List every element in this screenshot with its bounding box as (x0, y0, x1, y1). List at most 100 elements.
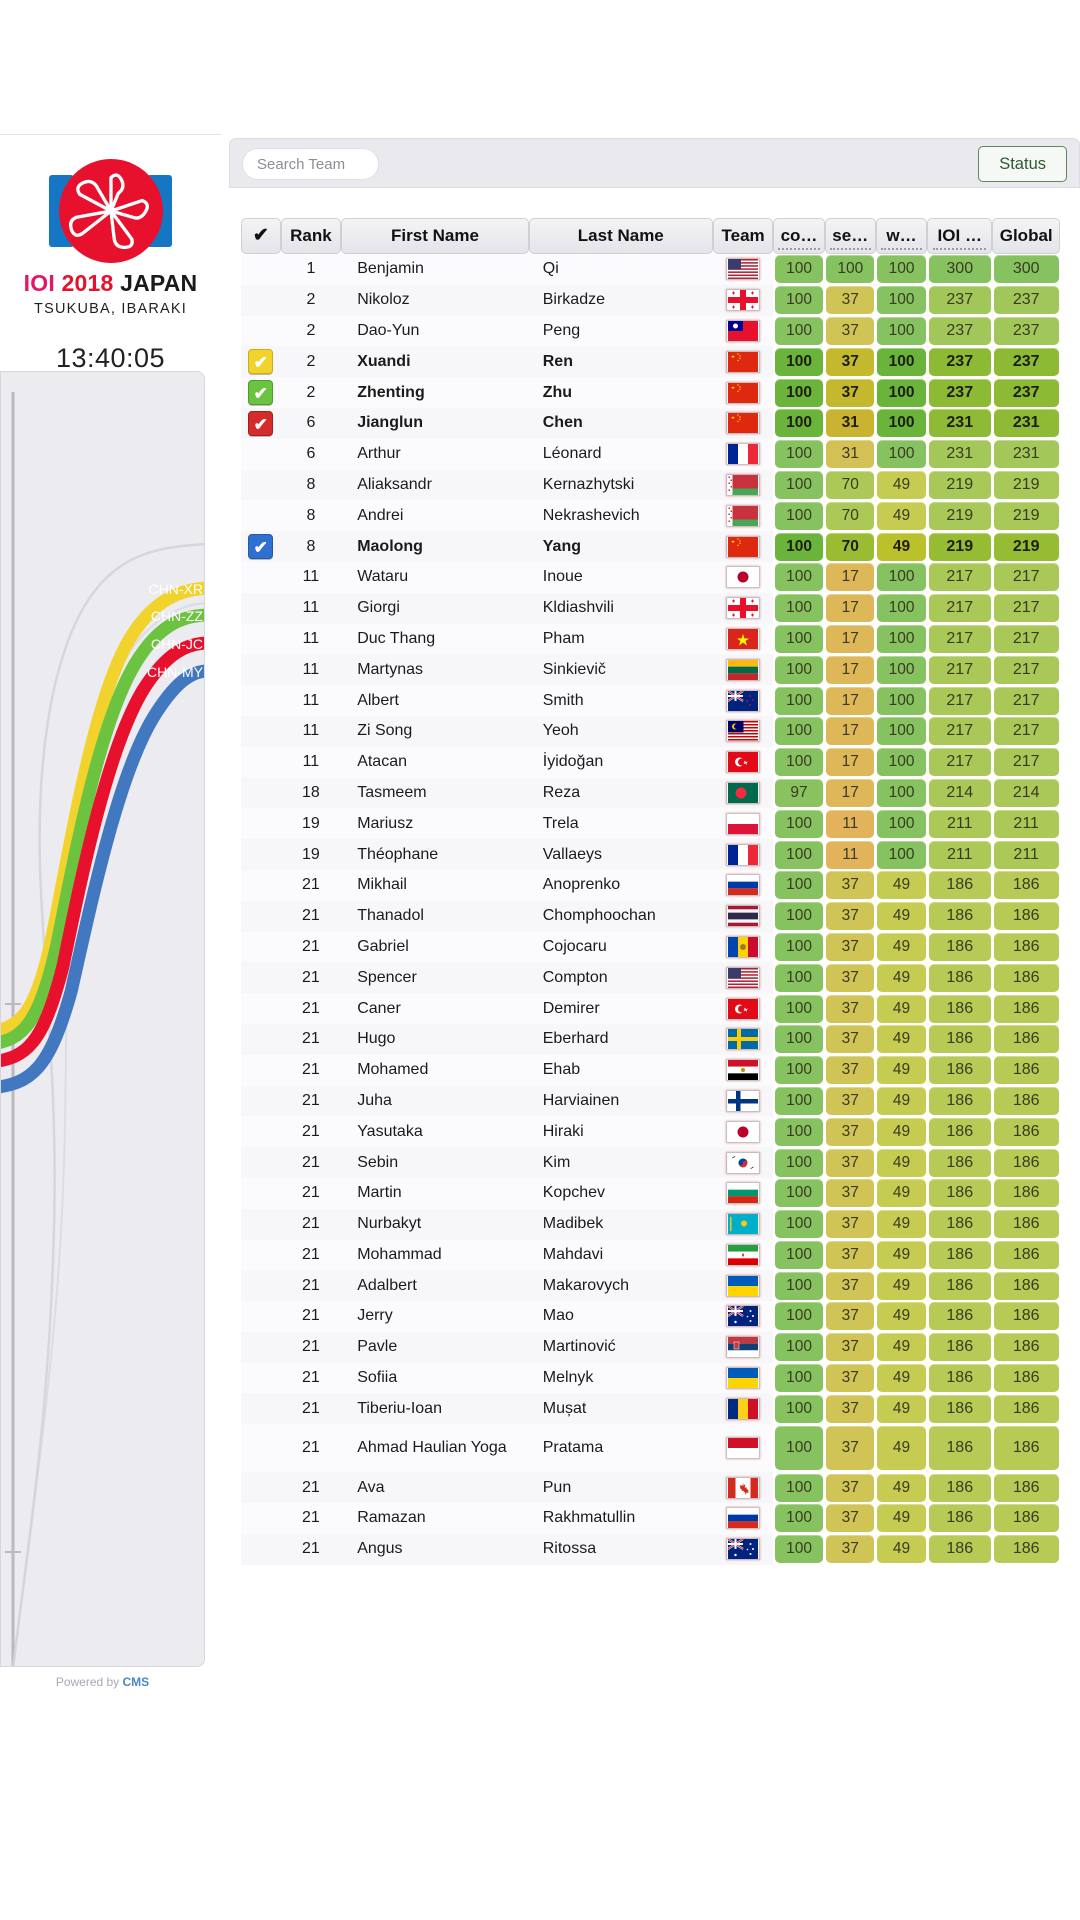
table-row[interactable]: 21 Tiberiu-Ioan Mușat 100 37 49 186 186 (241, 1393, 1060, 1425)
row-select-cell[interactable]: ✔ (241, 377, 281, 408)
table-row[interactable]: ✔ 2 Zhenting Zhu 100 37 100 237 237 (241, 377, 1060, 408)
table-row[interactable]: 11 Wataru Inoue 100 17 100 217 217 (241, 561, 1060, 593)
row-select-cell[interactable] (241, 777, 281, 809)
table-row[interactable]: 21 Thanadol Chomphoochan 100 37 49 186 186 (241, 900, 1060, 932)
row-select-cell[interactable] (241, 1085, 281, 1117)
row-select-cell[interactable] (241, 284, 281, 316)
table-row[interactable]: 19 Théophane Vallaeys 100 11 100 211 211 (241, 839, 1060, 870)
table-row[interactable]: 21 Ahmad Haulian Yoga Pratama 100 37 49 186 186 (241, 1424, 1060, 1473)
table-row[interactable]: 21 Martin Kopchev 100 37 49 186 186 (241, 1177, 1060, 1209)
table-row[interactable]: 1 Benjamin Qi 100 100 100 300 300 (241, 254, 1060, 285)
row-select-cell[interactable] (241, 715, 281, 747)
table-row[interactable]: 21 Pavle Martinović 100 37 49 186 186 (241, 1331, 1060, 1363)
search-input[interactable] (242, 148, 379, 180)
table-row[interactable]: 2 Nikoloz Birkadze 100 37 100 237 237 (241, 284, 1060, 316)
row-select-cell[interactable] (241, 808, 281, 840)
row-select-cell[interactable] (241, 561, 281, 593)
table-row[interactable]: 21 Nurbakyt Madibek 100 37 49 186 186 (241, 1208, 1060, 1240)
row-select-cell[interactable] (241, 315, 281, 347)
row-select-cell[interactable] (241, 1424, 281, 1473)
row-select-cell[interactable] (241, 1239, 281, 1271)
col-header-ioi[interactable]: IOI … (927, 218, 993, 254)
row-select-cell[interactable] (241, 592, 281, 624)
table-row[interactable]: 21 Spencer Compton 100 37 49 186 186 (241, 962, 1060, 994)
table-row[interactable]: 21 Sofiia Melnyk 100 37 49 186 186 (241, 1362, 1060, 1394)
col-header-global[interactable]: Global (992, 218, 1060, 254)
row-select-cell[interactable] (241, 1054, 281, 1086)
col-header-task-3[interactable]: w… (875, 218, 928, 254)
row-select-cell[interactable] (241, 1533, 281, 1565)
cms-link[interactable]: CMS (123, 1675, 150, 1689)
table-row[interactable]: 2 Dao-Yun Peng 100 37 100 237 237 (241, 315, 1060, 347)
table-row[interactable]: 11 Albert Smith 100 17 100 217 217 (241, 685, 1060, 716)
row-select-cell[interactable] (241, 1301, 281, 1332)
table-row[interactable]: 21 Adalbert Makarovych 100 37 49 186 186 (241, 1270, 1060, 1302)
table-row[interactable]: 19 Mariusz Trela 100 11 100 211 211 (241, 808, 1060, 840)
table-row[interactable]: 6 Arthur Léonard 100 31 100 231 231 (241, 438, 1060, 470)
table-row[interactable]: 21 Mohammad Mahdavi 100 37 49 186 186 (241, 1239, 1060, 1271)
table-row[interactable]: 21 Ava Pun 100 37 49 186 186 (241, 1472, 1060, 1504)
row-select-cell[interactable] (241, 500, 281, 532)
row-select-cell[interactable] (241, 469, 281, 501)
row-check-icon[interactable]: ✔ (248, 380, 274, 406)
row-select-cell[interactable] (241, 1393, 281, 1425)
row-check-icon[interactable]: ✔ (248, 534, 274, 560)
col-header-check[interactable]: ✔ (241, 218, 281, 254)
table-row[interactable]: 21 Caner Demirer 100 37 49 186 186 (241, 993, 1060, 1024)
row-select-cell[interactable] (241, 685, 281, 716)
col-header-task-2[interactable]: se… (824, 218, 876, 254)
row-select-cell[interactable] (241, 1270, 281, 1302)
row-select-cell[interactable] (241, 839, 281, 870)
row-select-cell[interactable] (241, 623, 281, 655)
row-select-cell[interactable] (241, 1116, 281, 1148)
row-select-cell[interactable] (241, 1472, 281, 1504)
row-check-icon[interactable]: ✔ (248, 349, 274, 375)
table-row[interactable]: 21 Ramazan Rakhmatullin 100 37 49 186 186 (241, 1503, 1060, 1534)
row-select-cell[interactable] (241, 746, 281, 778)
table-row[interactable]: 11 Duc Thang Pham 100 17 100 217 217 (241, 623, 1060, 655)
row-select-cell[interactable] (241, 869, 281, 901)
row-select-cell[interactable]: ✔ (241, 407, 281, 439)
row-select-cell[interactable] (241, 993, 281, 1024)
table-row[interactable]: 21 Angus Ritossa 100 37 49 186 186 (241, 1533, 1060, 1565)
table-row[interactable]: 21 Mohamed Ehab 100 37 49 186 186 (241, 1054, 1060, 1086)
row-select-cell[interactable] (241, 254, 281, 285)
row-select-cell[interactable] (241, 438, 281, 470)
table-row[interactable]: 21 Gabriel Cojocaru 100 37 49 186 186 (241, 931, 1060, 963)
table-row[interactable]: 11 Martynas Sinkievič 100 17 100 217 217 (241, 654, 1060, 686)
col-header-task-1[interactable]: co… (773, 218, 825, 254)
row-select-cell[interactable] (241, 931, 281, 963)
table-row[interactable]: 8 Aliaksandr Kernazhytski 100 70 49 219 219 (241, 469, 1060, 501)
table-row[interactable]: 11 Atacan İyidoğan 100 17 100 217 217 (241, 746, 1060, 778)
table-row[interactable]: ✔ 6 Jianglun Chen 100 31 100 231 231 (241, 407, 1060, 439)
col-header-rank[interactable]: Rank (280, 218, 342, 254)
row-check-icon[interactable]: ✔ (248, 410, 274, 436)
row-select-cell[interactable] (241, 1023, 281, 1055)
row-select-cell[interactable] (241, 1362, 281, 1394)
table-row[interactable]: 18 Tasmeem Reza 97 17 100 214 214 (241, 777, 1060, 809)
row-select-cell[interactable] (241, 1331, 281, 1363)
table-row[interactable]: 21 Mikhail Anoprenko 100 37 49 186 186 (241, 869, 1060, 901)
col-header-last[interactable]: Last Name (528, 218, 713, 254)
row-select-cell[interactable] (241, 654, 281, 686)
row-select-cell[interactable] (241, 1177, 281, 1209)
row-select-cell[interactable]: ✔ (241, 531, 281, 562)
score-progress-chart[interactable]: CHN-XR CHN-ZZ CHN-JC CHN-MY (0, 371, 205, 1667)
table-row[interactable]: 21 Sebin Kim 100 37 49 186 186 (241, 1147, 1060, 1178)
row-select-cell[interactable] (241, 962, 281, 994)
col-header-team[interactable]: Team (712, 218, 774, 254)
status-button[interactable]: Status (978, 146, 1067, 182)
table-row[interactable]: 21 Juha Harviainen 100 37 49 186 186 (241, 1085, 1060, 1117)
row-select-cell[interactable] (241, 900, 281, 932)
table-row[interactable]: ✔ 2 Xuandi Ren 100 37 100 237 237 (241, 346, 1060, 378)
table-row[interactable]: 8 Andrei Nekrashevich 100 70 49 219 219 (241, 500, 1060, 532)
table-row[interactable]: ✔ 8 Maolong Yang 100 70 49 219 219 (241, 531, 1060, 562)
row-select-cell[interactable]: ✔ (241, 346, 281, 378)
row-select-cell[interactable] (241, 1208, 281, 1240)
table-row[interactable]: 21 Hugo Eberhard 100 37 49 186 186 (241, 1023, 1060, 1055)
row-select-cell[interactable] (241, 1503, 281, 1534)
col-header-first[interactable]: First Name (341, 218, 529, 254)
table-row[interactable]: 21 Jerry Mao 100 37 49 186 186 (241, 1301, 1060, 1332)
table-row[interactable]: 11 Zi Song Yeoh 100 17 100 217 217 (241, 715, 1060, 747)
row-select-cell[interactable] (241, 1147, 281, 1178)
